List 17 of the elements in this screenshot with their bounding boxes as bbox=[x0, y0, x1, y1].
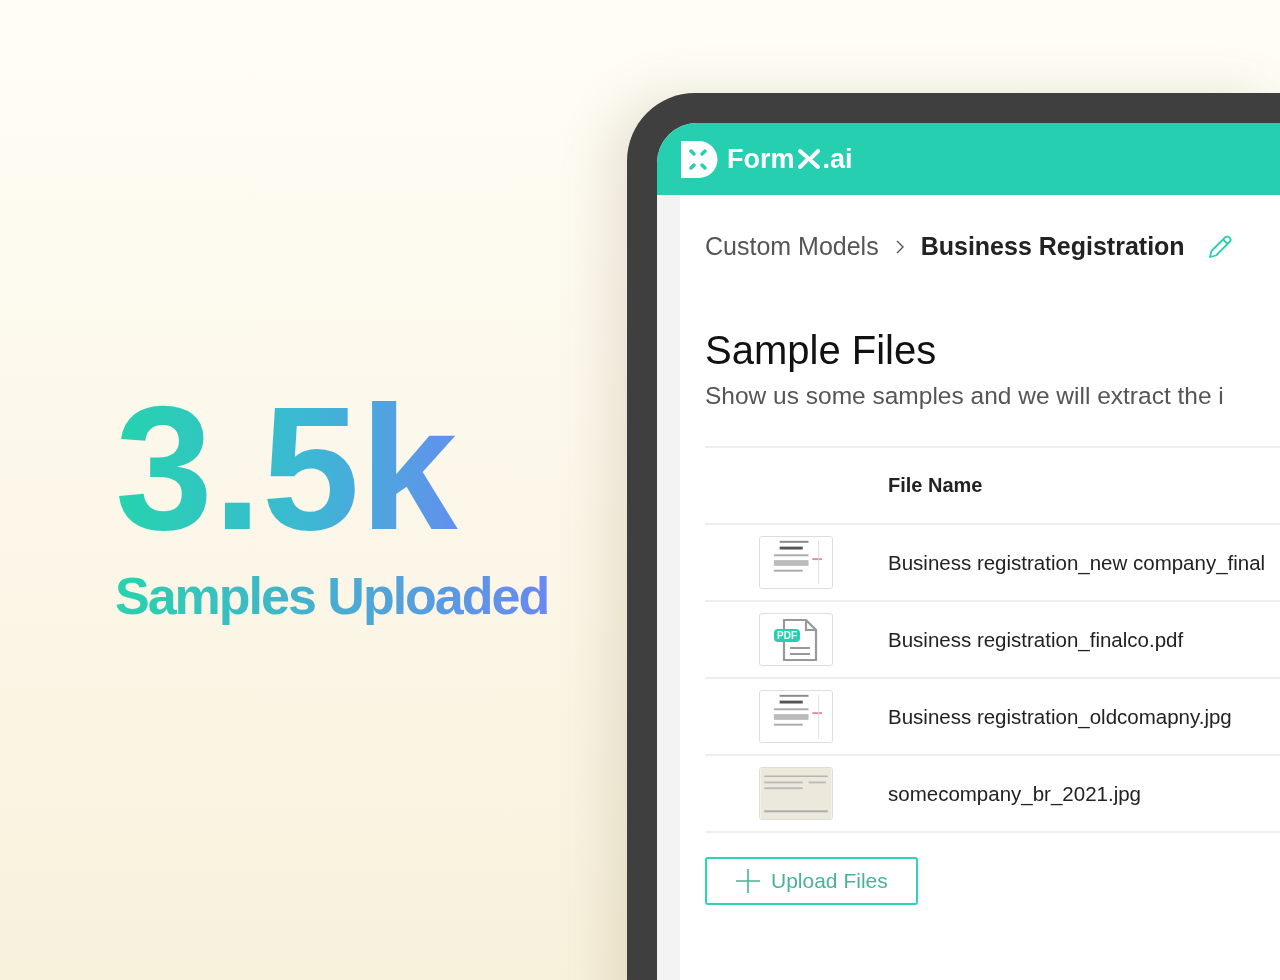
file-name: Business registration_oldcomapny.jpg bbox=[888, 704, 1232, 729]
pencil-icon[interactable] bbox=[1206, 233, 1233, 260]
file-name: Business registration_finalco.pdf bbox=[888, 627, 1184, 652]
pdf-badge: PDF bbox=[774, 629, 800, 642]
brand-suffix: .ai bbox=[822, 143, 853, 175]
column-header: File Name bbox=[888, 474, 983, 497]
breadcrumb-current: Business Registration bbox=[920, 232, 1185, 261]
x-mark-icon bbox=[796, 148, 821, 170]
plus-icon bbox=[735, 868, 761, 894]
chevron-right-icon bbox=[894, 238, 905, 255]
logo-icon bbox=[681, 140, 718, 178]
page-heading: Sample Files bbox=[705, 327, 938, 374]
brand-name: Form bbox=[727, 143, 795, 175]
file-name: Business registration_new company_final bbox=[888, 550, 1266, 575]
page-subtitle: Show us some samples and we will extract the i bbox=[705, 382, 1225, 410]
breadcrumb-link[interactable]: Custom Models bbox=[705, 232, 879, 261]
file-name: somecompany_br_2021.jpg bbox=[888, 781, 1141, 806]
